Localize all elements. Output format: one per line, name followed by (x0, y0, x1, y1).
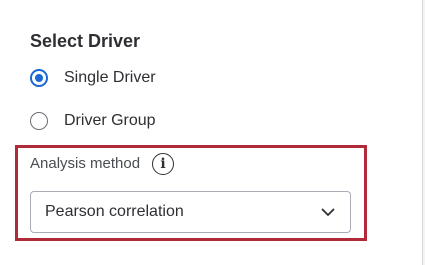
radio-option-single-driver[interactable]: Single Driver (30, 68, 156, 88)
field-label: Analysis method (30, 155, 141, 172)
analysis-method-label-row: Analysis method i (30, 151, 175, 177)
analysis-method-select[interactable]: Pearson correlation (30, 191, 351, 233)
chevron-down-icon (320, 204, 336, 220)
radio-button-checked[interactable] (30, 69, 48, 87)
radio-label: Single Driver (64, 69, 156, 86)
section-title: Select Driver (30, 31, 141, 51)
radio-option-driver-group[interactable]: Driver Group (30, 111, 156, 131)
select-value: Pearson correlation (45, 203, 184, 220)
info-icon[interactable]: i (152, 153, 175, 175)
settings-panel: Select Driver Single Driver Driver Group… (0, 0, 423, 265)
radio-label: Driver Group (64, 112, 156, 129)
radio-button-unchecked[interactable] (30, 112, 48, 130)
